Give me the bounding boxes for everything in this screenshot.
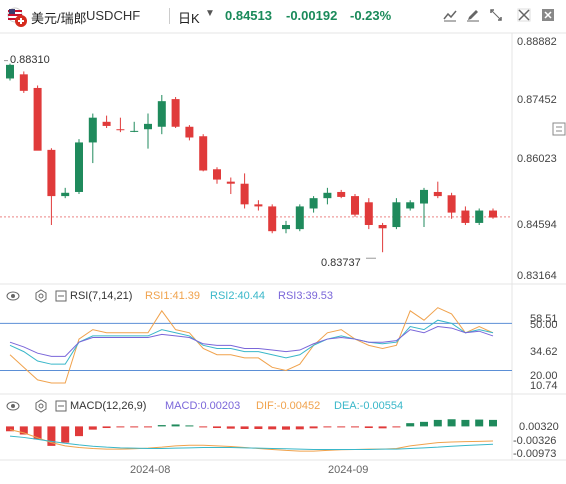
macd-bar <box>461 419 470 427</box>
rsi-axis-label: 34.62 <box>530 346 558 358</box>
macd-axis-label: -0.00326 <box>513 435 557 447</box>
rsi2-value: RSI2:40.44 <box>210 290 266 302</box>
macd-bar <box>157 425 166 427</box>
macd-bar <box>144 426 152 428</box>
dif-value: DIF:-0.00452 <box>256 400 321 412</box>
rsi-title: RSI(7,14,21) <box>70 290 133 302</box>
candle-body <box>19 74 28 91</box>
macd-bar <box>489 419 497 427</box>
candle-body <box>171 99 180 127</box>
candle-body <box>489 210 497 218</box>
candle-body <box>102 121 111 126</box>
time-axis-label: 2024-09 <box>328 464 369 476</box>
candle-body <box>47 149 56 197</box>
candle-body <box>323 192 332 199</box>
macd-bar <box>199 426 208 428</box>
time-axis-label: 2024-08 <box>130 464 171 476</box>
candle-body <box>75 142 83 192</box>
macd-bar <box>102 426 111 429</box>
macd-bar <box>116 426 125 428</box>
candle-body <box>378 224 387 229</box>
candle-body <box>295 206 304 230</box>
candle-body <box>433 191 442 197</box>
candle-body <box>475 210 484 223</box>
current-price-label: 0.84594 <box>517 219 557 231</box>
price-axis-label: 0.88882 <box>517 36 557 48</box>
settings-icon[interactable] <box>552 122 566 136</box>
macd-bar <box>130 426 139 428</box>
candle-body <box>392 202 401 228</box>
macd-bar <box>475 419 484 427</box>
candle-body <box>337 191 346 197</box>
macd-bar <box>433 419 442 427</box>
candle-body <box>199 136 208 171</box>
macd-title: MACD(12,26,9) <box>70 400 147 412</box>
macd-bar <box>282 426 290 430</box>
macd-bar <box>309 426 318 429</box>
candle-body <box>213 169 221 180</box>
candle-body <box>6 64 14 79</box>
candle-body <box>461 210 470 223</box>
candle-body <box>254 204 263 207</box>
candle-body <box>144 123 152 130</box>
macd-bar <box>88 426 97 430</box>
macd-axis-label: 0.00320 <box>519 421 559 433</box>
candle-body <box>130 130 139 132</box>
macd-bar <box>185 425 194 427</box>
rsi3-value: RSI3:39.53 <box>278 290 334 302</box>
candle-body <box>157 101 166 127</box>
macd-bar <box>268 426 277 430</box>
macd-bar <box>254 426 263 429</box>
macd-bar <box>323 426 332 428</box>
price-axis-label: 0.87452 <box>517 94 557 106</box>
candle-body <box>226 181 235 184</box>
candle-body <box>116 129 125 131</box>
macd-bar <box>420 421 428 427</box>
candle-body <box>309 198 318 209</box>
rsi1-line <box>9 307 494 384</box>
low-annotation: 0.83737 <box>321 257 361 269</box>
candle-body <box>351 196 359 215</box>
macd-bar <box>226 426 235 429</box>
macd-bar <box>75 426 83 437</box>
macd-bar <box>392 426 401 428</box>
macd-bar <box>61 426 70 443</box>
macd-bar <box>447 419 456 427</box>
candle-body <box>406 202 415 209</box>
macd-value: MACD:0.00203 <box>165 400 241 412</box>
rsi-axis-label: 50.00 <box>530 319 558 331</box>
rsi1-value: RSI1:41.39 <box>145 290 201 302</box>
candle-body <box>185 126 194 138</box>
macd-bar <box>351 426 359 428</box>
high-annotation: 0.88310 <box>10 54 50 66</box>
candle-body <box>268 206 277 232</box>
price-axis-label: 0.86023 <box>517 153 557 165</box>
macd-bar <box>337 426 346 428</box>
candle-body <box>282 224 290 230</box>
candle-body <box>33 87 42 151</box>
macd-bar <box>364 426 373 429</box>
price-axis-label: 0.83164 <box>517 270 557 282</box>
macd-bar <box>171 424 180 427</box>
macd-bar <box>213 426 221 429</box>
candle-body <box>88 117 97 143</box>
macd-axis-label: -0.00973 <box>513 448 557 460</box>
macd-bar <box>378 426 387 429</box>
macd-bar <box>406 423 415 427</box>
macd-bar <box>240 426 249 429</box>
dea-value: DEA:-0.00554 <box>334 400 404 412</box>
candle-body <box>240 183 249 205</box>
candle-body <box>61 192 70 197</box>
candle-body <box>364 202 373 225</box>
candle-body <box>420 189 428 204</box>
candle-body <box>447 195 456 213</box>
rsi-axis-label: 10.74 <box>530 380 558 392</box>
macd-bar <box>295 426 304 430</box>
